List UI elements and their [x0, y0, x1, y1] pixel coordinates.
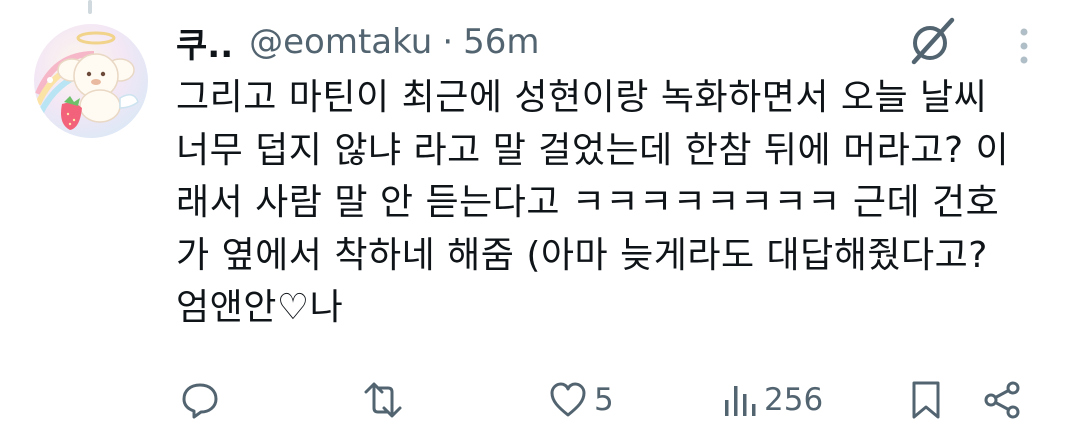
reply-button[interactable]: [180, 374, 220, 426]
more-options-icon[interactable]: [1004, 24, 1044, 68]
user-handle[interactable]: @eomtaku: [249, 22, 432, 62]
bookmark-button[interactable]: [908, 374, 944, 426]
repost-icon: [364, 382, 402, 418]
grok-icon[interactable]: [904, 16, 960, 66]
separator-dot: ·: [442, 22, 454, 62]
avatar-illustration: [35, 31, 139, 130]
post-text: 그리고 마틴이 최근에 성현이랑 녹화하면서 오늘 날씨 너무 덥지 않냐 라고…: [176, 77, 1010, 328]
views-button[interactable]: 256: [722, 374, 823, 426]
action-bar: 5 256: [170, 374, 1050, 426]
reply-icon: [182, 383, 218, 419]
share-button[interactable]: [982, 374, 1022, 426]
share-icon: [984, 381, 1020, 419]
bookmark-icon: [912, 381, 940, 419]
like-count: 5: [594, 382, 614, 418]
heart-icon: [550, 382, 586, 417]
avatar[interactable]: [34, 24, 148, 138]
views-icon: [725, 386, 756, 416]
post-header: 쿠.. @eomtaku · 56m: [176, 18, 540, 66]
like-button[interactable]: 5: [548, 374, 614, 426]
thread-line: [88, 0, 92, 14]
repost-button[interactable]: [360, 374, 406, 426]
display-name[interactable]: 쿠..: [176, 18, 233, 67]
post-timestamp[interactable]: 56m: [463, 22, 539, 62]
views-count: 256: [764, 382, 824, 418]
